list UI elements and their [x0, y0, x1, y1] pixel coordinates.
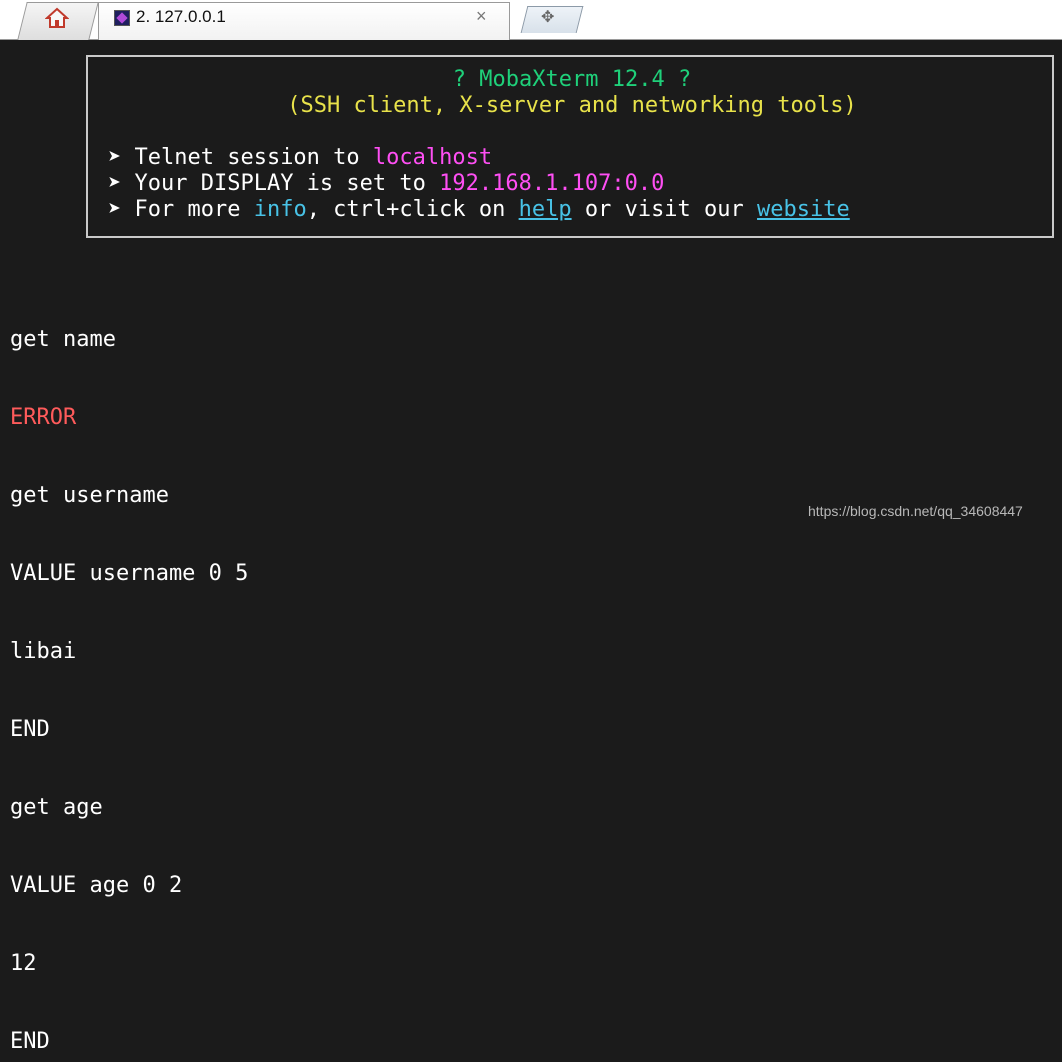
session-host: localhost	[372, 145, 493, 170]
watermark: https://blog.csdn.net/qq_34608447	[808, 503, 1023, 519]
terminal-line: END	[10, 717, 50, 742]
banner-text: , ctrl+click on	[306, 197, 519, 222]
terminal-line: END	[10, 1029, 50, 1054]
close-icon[interactable]: ×	[476, 6, 487, 27]
terminal-output[interactable]: get name ERROR get username VALUE userna…	[10, 275, 248, 1062]
terminal-line: VALUE age 0 2	[10, 873, 183, 898]
bullet-icon: ➤	[108, 171, 122, 196]
terminal-line: 12	[10, 951, 37, 976]
session-icon	[114, 10, 130, 26]
info-text[interactable]: info	[254, 197, 307, 222]
banner-line-session: ➤ Telnet session to localhost	[108, 145, 492, 171]
terminal-line: get username	[10, 483, 169, 508]
bullet-icon: ➤	[108, 197, 122, 222]
terminal-line-error: ERROR	[10, 405, 77, 430]
welcome-banner: ? MobaXterm 12.4 ? (SSH client, X-server…	[86, 55, 1054, 238]
display-value: 192.168.1.107:0.0	[439, 171, 665, 196]
home-icon[interactable]	[45, 7, 69, 29]
banner-title: ? MobaXterm 12.4 ?	[452, 67, 692, 92]
banner-text: Your DISPLAY is set to	[121, 171, 440, 196]
banner-text: For more	[121, 197, 254, 222]
bullet-icon: ➤	[108, 145, 122, 170]
terminal-line: get age	[10, 795, 103, 820]
banner-subtitle: (SSH client, X-server and networking too…	[287, 93, 857, 118]
terminal-line: VALUE username 0 5	[10, 561, 249, 586]
banner-line-info: ➤ For more info, ctrl+click on help or v…	[108, 197, 850, 223]
banner-text: or visit our	[571, 197, 758, 222]
banner-text: Telnet session to	[121, 145, 373, 170]
help-link[interactable]: help	[519, 197, 572, 222]
terminal-line: libai	[10, 639, 77, 664]
website-link[interactable]: website	[757, 197, 850, 222]
session-tab-label[interactable]: 2. 127.0.0.1	[136, 7, 226, 27]
banner-line-display: ➤ Your DISPLAY is set to 192.168.1.107:0…	[108, 171, 664, 197]
tab-bar: 2. 127.0.0.1 × ✥	[0, 0, 1062, 40]
terminal-line: get name	[10, 327, 116, 352]
new-tab-icon[interactable]: ✥	[541, 7, 554, 27]
